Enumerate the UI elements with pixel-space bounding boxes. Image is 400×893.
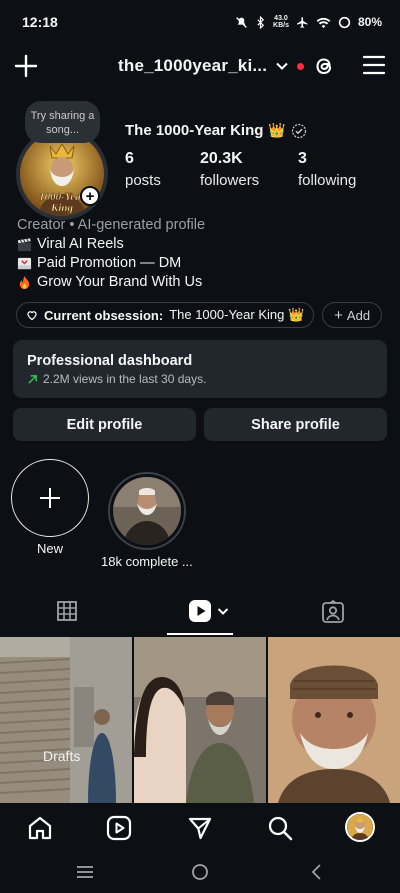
reels-tab[interactable] <box>188 599 229 623</box>
chevron-down-icon <box>276 62 288 70</box>
status-time: 12:18 <box>22 14 58 30</box>
airplane-icon <box>297 16 308 28</box>
inbox-tray-icon <box>17 257 32 270</box>
chevron-down-icon <box>217 608 229 615</box>
account-switcher[interactable]: the_1000year_ki... <box>118 56 305 76</box>
posts-stat[interactable]: 6 posts <box>125 150 161 189</box>
recent-apps-icon[interactable] <box>76 864 94 880</box>
add-story-plus-icon[interactable]: + <box>80 186 100 206</box>
followers-label: followers <box>200 172 260 189</box>
current-obsession-pill[interactable]: Current obsession: The 1000-Year King 👑 <box>16 302 315 328</box>
search-icon[interactable] <box>267 815 293 841</box>
svg-text:King: King <box>50 202 74 214</box>
following-count: 3 <box>298 150 307 167</box>
wifi-icon <box>316 17 331 28</box>
add-plus-icon: + <box>334 306 343 324</box>
obsession-row: Current obsession: The 1000-Year King 👑 … <box>16 302 383 328</box>
content-tabs <box>0 590 400 636</box>
crown-emoji: 👑 <box>268 122 286 138</box>
reel-tile[interactable] <box>268 637 400 803</box>
dashboard-subtitle: 2.2M views in the last 30 days. <box>43 372 207 386</box>
followers-stat[interactable]: 20.3K followers <box>200 150 259 189</box>
home-icon[interactable] <box>27 815 53 841</box>
reels-grid <box>0 637 400 803</box>
drafts-tile[interactable] <box>0 637 132 803</box>
network-speed: 43.0 KB/s <box>273 15 289 29</box>
highlight-thumbnail <box>113 477 181 545</box>
bio-line: Viral AI Reels <box>17 235 205 254</box>
bio-text: Grow Your Brand With Us <box>37 274 203 290</box>
bio-line: Grow Your Brand With Us <box>17 273 205 292</box>
new-highlight-button[interactable] <box>11 459 89 537</box>
bio-text: Viral AI Reels <box>37 236 124 252</box>
grid-tab-icon[interactable] <box>56 600 78 622</box>
system-navigation-bar <box>0 852 400 893</box>
bio-text: Paid Promotion — DM <box>37 255 182 271</box>
reel-tile[interactable] <box>134 637 266 803</box>
profile-tab-avatar[interactable] <box>345 812 375 842</box>
note-bubble[interactable]: Try sharing a song... <box>25 101 100 143</box>
mute-icon <box>236 16 247 28</box>
home-button-icon[interactable] <box>191 863 209 881</box>
display-name-text: The 1000-Year King <box>125 122 264 139</box>
reels-icon[interactable] <box>106 815 132 841</box>
menu-icon[interactable] <box>362 54 386 76</box>
battery-ring-icon <box>338 16 351 28</box>
profile-bio: Creator • AI-generated profile Viral AI … <box>17 216 205 292</box>
followers-count: 20.3K <box>200 150 243 167</box>
bio-line: Paid Promotion — DM <box>17 254 205 273</box>
obsession-label: Current obsession: <box>44 307 164 323</box>
share-profile-button[interactable]: Share profile <box>204 408 387 441</box>
edit-profile-label: Edit profile <box>66 416 143 433</box>
direct-messages-icon[interactable] <box>187 815 213 841</box>
dashboard-title: Professional dashboard <box>27 353 193 369</box>
threads-icon[interactable] <box>311 53 337 79</box>
dashboard-subtitle-row: 2.2M views in the last 30 days. <box>27 372 373 386</box>
edit-profile-button[interactable]: Edit profile <box>13 408 196 441</box>
posts-count: 6 <box>125 150 134 167</box>
posts-label: posts <box>125 172 161 189</box>
tagged-tab-icon[interactable] <box>321 600 345 624</box>
notification-dot <box>297 62 305 70</box>
reels-play-icon <box>189 600 211 622</box>
status-bar: 12:18 43.0 KB/s 80% <box>0 0 400 44</box>
fire-icon <box>19 275 30 290</box>
following-stat[interactable]: 3 following <box>298 150 356 189</box>
add-interest-button[interactable]: + Add <box>322 302 383 328</box>
obsession-value: The 1000-Year King 👑 <box>169 307 305 322</box>
note-text: Try sharing a song... <box>30 110 95 136</box>
active-tab-indicator <box>167 633 233 635</box>
bottom-navigation <box>0 803 400 851</box>
professional-dashboard[interactable]: Professional dashboard 2.2M views in the… <box>13 340 387 398</box>
drafts-label: Drafts <box>43 748 81 764</box>
display-name: The 1000-Year King 👑 <box>125 122 307 139</box>
highlight-story-label: 18k complete ... <box>101 554 193 569</box>
create-plus-icon[interactable] <box>12 52 40 80</box>
trend-up-arrow-icon <box>28 374 37 384</box>
profile-category: Creator • AI-generated profile <box>17 217 206 233</box>
heart-icon <box>27 311 37 321</box>
username: the_1000year_ki... <box>118 56 268 75</box>
bluetooth-icon <box>257 15 265 29</box>
battery-percent: 80% <box>357 15 382 29</box>
following-label: following <box>298 172 357 189</box>
threads-badge-icon <box>291 123 306 138</box>
share-profile-label: Share profile <box>251 416 340 433</box>
plus-icon <box>40 488 60 508</box>
profile-topbar: the_1000year_ki... <box>0 48 400 88</box>
new-highlight-label: New <box>37 541 64 556</box>
status-icons: 43.0 KB/s 80% <box>235 15 382 29</box>
highlight-story[interactable] <box>108 472 186 550</box>
add-label: Add <box>346 307 371 323</box>
back-icon[interactable] <box>309 863 323 881</box>
clapper-board-icon <box>17 238 32 252</box>
